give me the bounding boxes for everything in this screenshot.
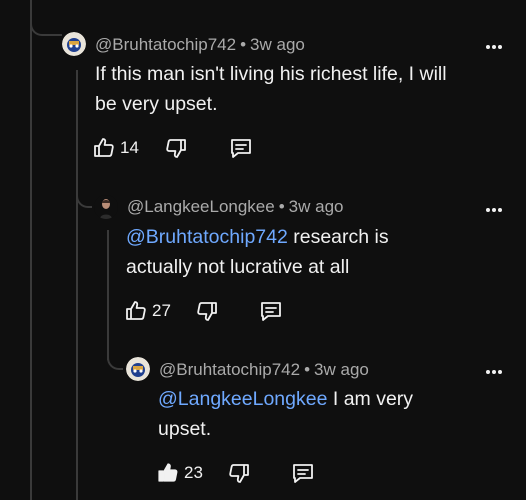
reply-icon bbox=[231, 139, 251, 158]
avatar[interactable] bbox=[126, 357, 150, 381]
author-name[interactable]: @LangkeeLongkee bbox=[127, 197, 275, 216]
like-count: 27 bbox=[152, 301, 171, 320]
reply-icon bbox=[261, 302, 281, 321]
thread-connector-reply-1 bbox=[76, 178, 92, 208]
more-vertical-icon bbox=[486, 370, 502, 374]
comment-actions: 27 bbox=[124, 297, 283, 325]
mention-link[interactable]: @Bruhtatochip742 bbox=[126, 226, 288, 248]
comment-meta: @Bruhtatochip742 • 3w ago bbox=[159, 359, 369, 381]
mention-link[interactable]: @LangkeeLongkee bbox=[158, 388, 327, 410]
meta-separator: • bbox=[304, 360, 311, 379]
thumbs-up-icon bbox=[126, 301, 146, 320]
timestamp[interactable]: 3w ago bbox=[289, 197, 344, 216]
comment-meta: @Bruhtatochip742 • 3w ago bbox=[95, 34, 305, 56]
reply-icon bbox=[293, 464, 313, 483]
like-count: 14 bbox=[120, 138, 139, 157]
comment-actions: 14 bbox=[92, 134, 253, 162]
timestamp[interactable]: 3w ago bbox=[250, 35, 305, 54]
thread-line-reply-1 bbox=[76, 70, 78, 500]
author-name[interactable]: @Bruhtatochip742 bbox=[95, 35, 236, 54]
like-button[interactable] bbox=[124, 299, 148, 323]
comment-meta: @LangkeeLongkee • 3w ago bbox=[127, 196, 344, 218]
like-button[interactable] bbox=[156, 461, 180, 485]
comment-text: @Bruhtatochip742 research is actually no… bbox=[126, 222, 446, 282]
thread-connector-reply-2 bbox=[107, 340, 123, 370]
reply-button[interactable] bbox=[229, 136, 253, 160]
meta-separator: • bbox=[240, 35, 247, 54]
dislike-button[interactable] bbox=[195, 299, 219, 323]
more-vertical-icon bbox=[486, 208, 502, 212]
more-actions-button[interactable] bbox=[483, 36, 505, 58]
comment-text: If this man isn't living his richest lif… bbox=[95, 63, 447, 115]
thumbs-down-icon bbox=[166, 139, 186, 158]
like-button[interactable] bbox=[92, 136, 116, 160]
comment-actions: 23 bbox=[156, 459, 315, 487]
dislike-button[interactable] bbox=[227, 461, 251, 485]
thumbs-up-filled-icon bbox=[158, 463, 178, 482]
dislike-button[interactable] bbox=[164, 136, 188, 160]
timestamp[interactable]: 3w ago bbox=[314, 360, 369, 379]
avatar[interactable] bbox=[94, 195, 118, 219]
more-actions-button[interactable] bbox=[483, 199, 505, 221]
author-name[interactable]: @Bruhtatochip742 bbox=[159, 360, 300, 379]
more-actions-button[interactable] bbox=[483, 361, 505, 383]
thread-connector-top bbox=[30, 0, 62, 36]
like-count: 23 bbox=[184, 463, 203, 482]
avatar[interactable] bbox=[62, 32, 86, 56]
thumbs-up-icon bbox=[94, 138, 114, 157]
more-vertical-icon bbox=[486, 45, 502, 49]
meta-separator: • bbox=[278, 197, 285, 216]
comment-text: @LangkeeLongkee I am very upset. bbox=[158, 384, 458, 444]
thumbs-down-icon bbox=[229, 464, 249, 483]
reply-button[interactable] bbox=[259, 299, 283, 323]
thread-line-outer bbox=[30, 0, 32, 500]
thumbs-down-icon bbox=[197, 302, 217, 321]
reply-button[interactable] bbox=[291, 461, 315, 485]
thread-line-reply-2 bbox=[107, 230, 109, 360]
